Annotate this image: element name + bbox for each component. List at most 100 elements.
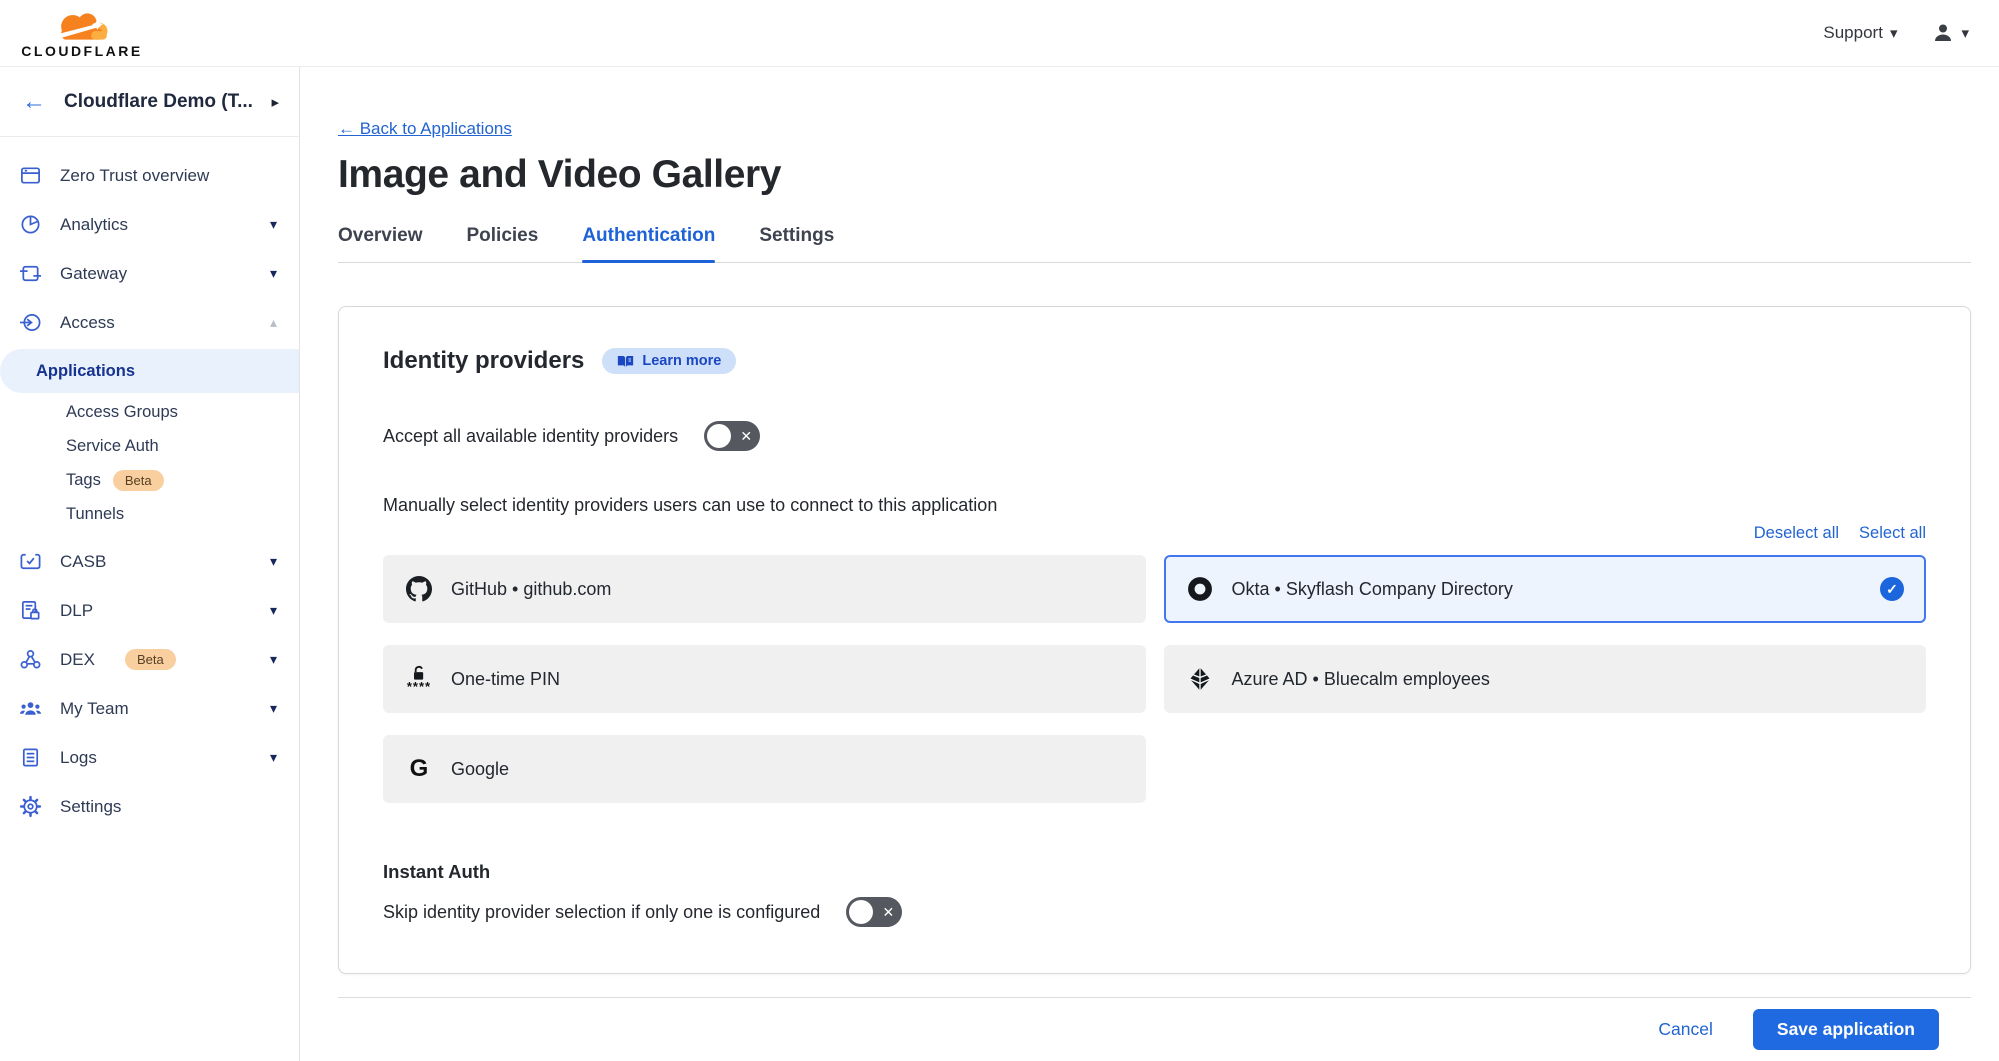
sidebar-item-tunnels[interactable]: Tunnels: [30, 497, 299, 531]
account-name[interactable]: Cloudflare Demo (T...: [64, 91, 253, 113]
accept-all-row: Accept all available identity providers …: [383, 421, 1926, 451]
card-title: Identity providers: [383, 347, 584, 375]
chevron-down-icon: ▾: [270, 553, 277, 570]
chevron-down-icon: ▾: [270, 602, 277, 619]
logo-wordmark: CLOUDFLARE: [21, 43, 142, 59]
book-icon: [617, 354, 634, 369]
access-subnav: Applications Access Groups Service Auth …: [0, 349, 299, 531]
sidebar-item-label: Analytics: [60, 215, 128, 235]
cloudflare-cloud-icon: [43, 8, 121, 42]
sidebar-item-dex[interactable]: DEX Beta ▾: [0, 635, 299, 684]
logs-icon: [18, 746, 42, 770]
sidebar-item-analytics[interactable]: Analytics ▾: [0, 200, 299, 249]
idp-label: Azure AD • Bluecalm employees: [1232, 669, 1490, 690]
idp-tile-github[interactable]: GitHub • github.com: [383, 555, 1146, 623]
google-icon: G: [405, 755, 433, 783]
sidebar-item-label: CASB: [60, 552, 106, 572]
selection-links: Deselect all Select all: [383, 524, 1926, 543]
sidebar-item-label: Access Groups: [66, 403, 178, 422]
chevron-down-icon: ▾: [270, 265, 277, 282]
tab-bar: Overview Policies Authentication Setting…: [338, 225, 1971, 263]
idp-tile-azure-ad[interactable]: Azure AD • Bluecalm employees: [1164, 645, 1927, 713]
beta-badge: Beta: [125, 649, 176, 670]
tab-settings[interactable]: Settings: [759, 225, 834, 262]
page-title: Image and Video Gallery: [338, 153, 1971, 197]
sidebar-item-label: Tags: [66, 471, 101, 490]
manual-select-label: Manually select identity providers users…: [383, 495, 1926, 516]
access-icon: [18, 311, 42, 335]
learn-more-label: Learn more: [642, 353, 721, 369]
account-header: ← Cloudflare Demo (T... ▸: [0, 67, 299, 137]
sidebar-item-access-groups[interactable]: Access Groups: [30, 395, 299, 429]
cloudflare-logo[interactable]: CLOUDFLARE: [18, 8, 146, 59]
window-icon: [18, 164, 42, 188]
sidebar-item-tags[interactable]: Tags Beta: [30, 463, 299, 497]
selected-check-icon: ✓: [1880, 577, 1904, 601]
idp-tile-okta[interactable]: Okta • Skyflash Company Directory ✓: [1164, 555, 1927, 623]
sidebar-item-label: My Team: [60, 699, 129, 719]
sidebar-item-logs[interactable]: Logs ▾: [0, 733, 299, 782]
casb-icon: [18, 550, 42, 574]
main-content: ← Back to Applications Image and Video G…: [300, 67, 1999, 1061]
sidebar-item-settings[interactable]: Settings: [0, 782, 299, 831]
one-time-pin-icon: ****: [405, 664, 433, 694]
sidebar: ← Cloudflare Demo (T... ▸ Zero Trust ove…: [0, 67, 300, 1061]
accept-all-toggle[interactable]: ✕: [704, 421, 760, 451]
select-all-link[interactable]: Select all: [1859, 524, 1926, 543]
tab-policies[interactable]: Policies: [467, 225, 539, 262]
idp-label: One-time PIN: [451, 669, 560, 690]
sidebar-item-label: Gateway: [60, 264, 127, 284]
identity-provider-grid: GitHub • github.com Okta • Skyflash Comp…: [383, 555, 1926, 803]
sidebar-item-label: DEX: [60, 650, 95, 670]
toggle-knob: [849, 900, 873, 924]
accept-all-label: Accept all available identity providers: [383, 426, 678, 447]
tab-overview[interactable]: Overview: [338, 225, 423, 262]
gateway-icon: [18, 262, 42, 286]
deselect-all-link[interactable]: Deselect all: [1754, 524, 1839, 543]
sidebar-item-dlp[interactable]: DLP ▾: [0, 586, 299, 635]
dex-icon: [18, 648, 42, 672]
sidebar-item-casb[interactable]: CASB ▾: [0, 537, 299, 586]
sidebar-item-applications[interactable]: Applications: [0, 349, 299, 393]
sidebar-item-service-auth[interactable]: Service Auth: [30, 429, 299, 463]
chevron-up-icon: ▴: [270, 314, 277, 331]
chevron-down-icon: ▾: [270, 651, 277, 668]
cancel-button[interactable]: Cancel: [1658, 1019, 1712, 1040]
instant-auth-toggle[interactable]: ✕: [846, 897, 902, 927]
sidebar-item-zero-trust-overview[interactable]: Zero Trust overview: [0, 151, 299, 200]
gear-icon: [18, 795, 42, 819]
sidebar-item-gateway[interactable]: Gateway ▾: [0, 249, 299, 298]
beta-badge: Beta: [113, 470, 164, 491]
sidebar-item-label: Logs: [60, 748, 97, 768]
analytics-icon: [18, 213, 42, 237]
back-arrow-icon[interactable]: ←: [22, 90, 46, 114]
instant-auth-heading: Instant Auth: [383, 861, 1926, 883]
user-menu[interactable]: ▾: [1931, 21, 1969, 45]
chevron-right-icon[interactable]: ▸: [271, 93, 279, 111]
github-icon: [405, 576, 433, 602]
chevron-down-icon: ▾: [270, 216, 277, 233]
back-to-applications-link[interactable]: ← Back to Applications: [338, 119, 512, 139]
instant-auth-label: Skip identity provider selection if only…: [383, 902, 820, 923]
sidebar-item-label: Applications: [36, 362, 135, 381]
support-menu[interactable]: Support ▾: [1823, 23, 1897, 43]
chevron-down-icon: ▾: [270, 700, 277, 717]
sidebar-item-my-team[interactable]: My Team ▾: [0, 684, 299, 733]
sidebar-item-access[interactable]: Access ▴: [0, 298, 299, 347]
dlp-icon: [18, 599, 42, 623]
azure-ad-icon: [1186, 666, 1214, 692]
idp-label: GitHub • github.com: [451, 579, 611, 600]
pin-stars: ****: [407, 679, 431, 694]
idp-tile-one-time-pin[interactable]: **** One-time PIN: [383, 645, 1146, 713]
learn-more-button[interactable]: Learn more: [602, 348, 736, 374]
support-label: Support: [1823, 23, 1883, 43]
tab-authentication[interactable]: Authentication: [582, 225, 715, 262]
save-application-button[interactable]: Save application: [1753, 1009, 1939, 1050]
toggle-knob: [707, 424, 731, 448]
instant-auth-row: Skip identity provider selection if only…: [383, 897, 1926, 927]
sidebar-item-label: Zero Trust overview: [60, 166, 209, 186]
idp-tile-google[interactable]: G Google: [383, 735, 1146, 803]
sidebar-item-label: Access: [60, 313, 115, 333]
idp-label: Google: [451, 759, 509, 780]
identity-providers-card: Identity providers Learn more Accept all…: [338, 306, 1971, 974]
